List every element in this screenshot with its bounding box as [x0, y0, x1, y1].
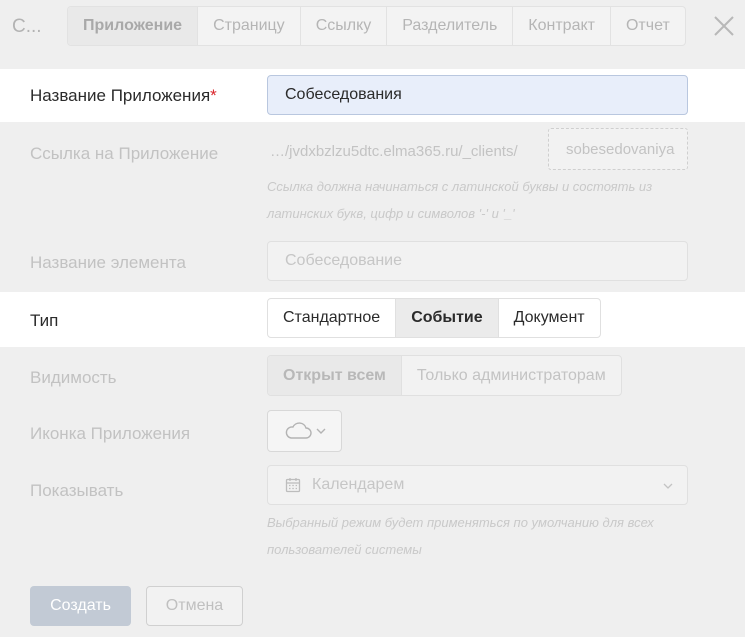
close-icon[interactable] [712, 14, 736, 38]
show-as-select[interactable]: Календарем [267, 465, 688, 505]
type-selector: Стандартное Событие Документ [267, 298, 601, 338]
show-as-value: Календарем [312, 476, 405, 493]
dialog-title: С... [12, 16, 42, 37]
tab-separator[interactable]: Разделитель [387, 7, 514, 45]
create-button[interactable]: Создать [30, 586, 131, 626]
create-type-tabs: Приложение Страницу Ссылку Разделитель К… [67, 6, 686, 46]
chevron-down-icon [316, 428, 325, 434]
app-link-hint-2: латинских букв, цифр и символов '-' и '_… [267, 206, 515, 221]
app-name-input[interactable]: Собеседования [267, 75, 688, 115]
show-as-hint-2: пользователей системы [267, 542, 422, 557]
type-label: Тип [30, 311, 59, 330]
app-link-prefix: …/jvdxbzlzu5dtc.elma365.ru/_clients/ [270, 143, 518, 160]
tab-application[interactable]: Приложение [68, 7, 199, 45]
element-name-label: Название элемента [30, 253, 186, 272]
show-as-label: Показывать [30, 481, 124, 500]
app-name-label: Название Приложения* [30, 86, 217, 105]
required-mark: * [210, 86, 217, 105]
tab-page[interactable]: Страницу [198, 7, 301, 45]
type-option-standard[interactable]: Стандартное [268, 299, 397, 337]
cloud-icon [285, 422, 312, 439]
type-option-document[interactable]: Документ [499, 299, 600, 337]
visibility-selector: Открыт всем Только администраторам [267, 355, 622, 396]
cancel-button[interactable]: Отмена [146, 586, 243, 626]
visibility-option-admins[interactable]: Только администраторам [402, 356, 621, 395]
icon-label: Иконка Приложения [30, 424, 191, 443]
app-name-row: Название Приложения* Собеседования [0, 69, 745, 122]
element-name-input[interactable]: Собеседование [267, 241, 688, 281]
type-option-event[interactable]: Событие [396, 299, 499, 337]
app-link-input[interactable]: sobesedovaniya [548, 128, 688, 170]
tab-link[interactable]: Ссылку [301, 7, 388, 45]
chevron-down-icon [663, 483, 673, 489]
tab-report[interactable]: Отчет [611, 7, 685, 45]
type-row: Тип Стандартное Событие Документ [0, 292, 745, 347]
visibility-option-all[interactable]: Открыт всем [268, 356, 402, 395]
app-link-label: Ссылка на Приложение [30, 144, 219, 163]
visibility-label: Видимость [30, 368, 117, 387]
icon-picker[interactable] [267, 410, 342, 452]
tab-contract[interactable]: Контракт [513, 7, 611, 45]
calendar-icon [285, 478, 301, 493]
